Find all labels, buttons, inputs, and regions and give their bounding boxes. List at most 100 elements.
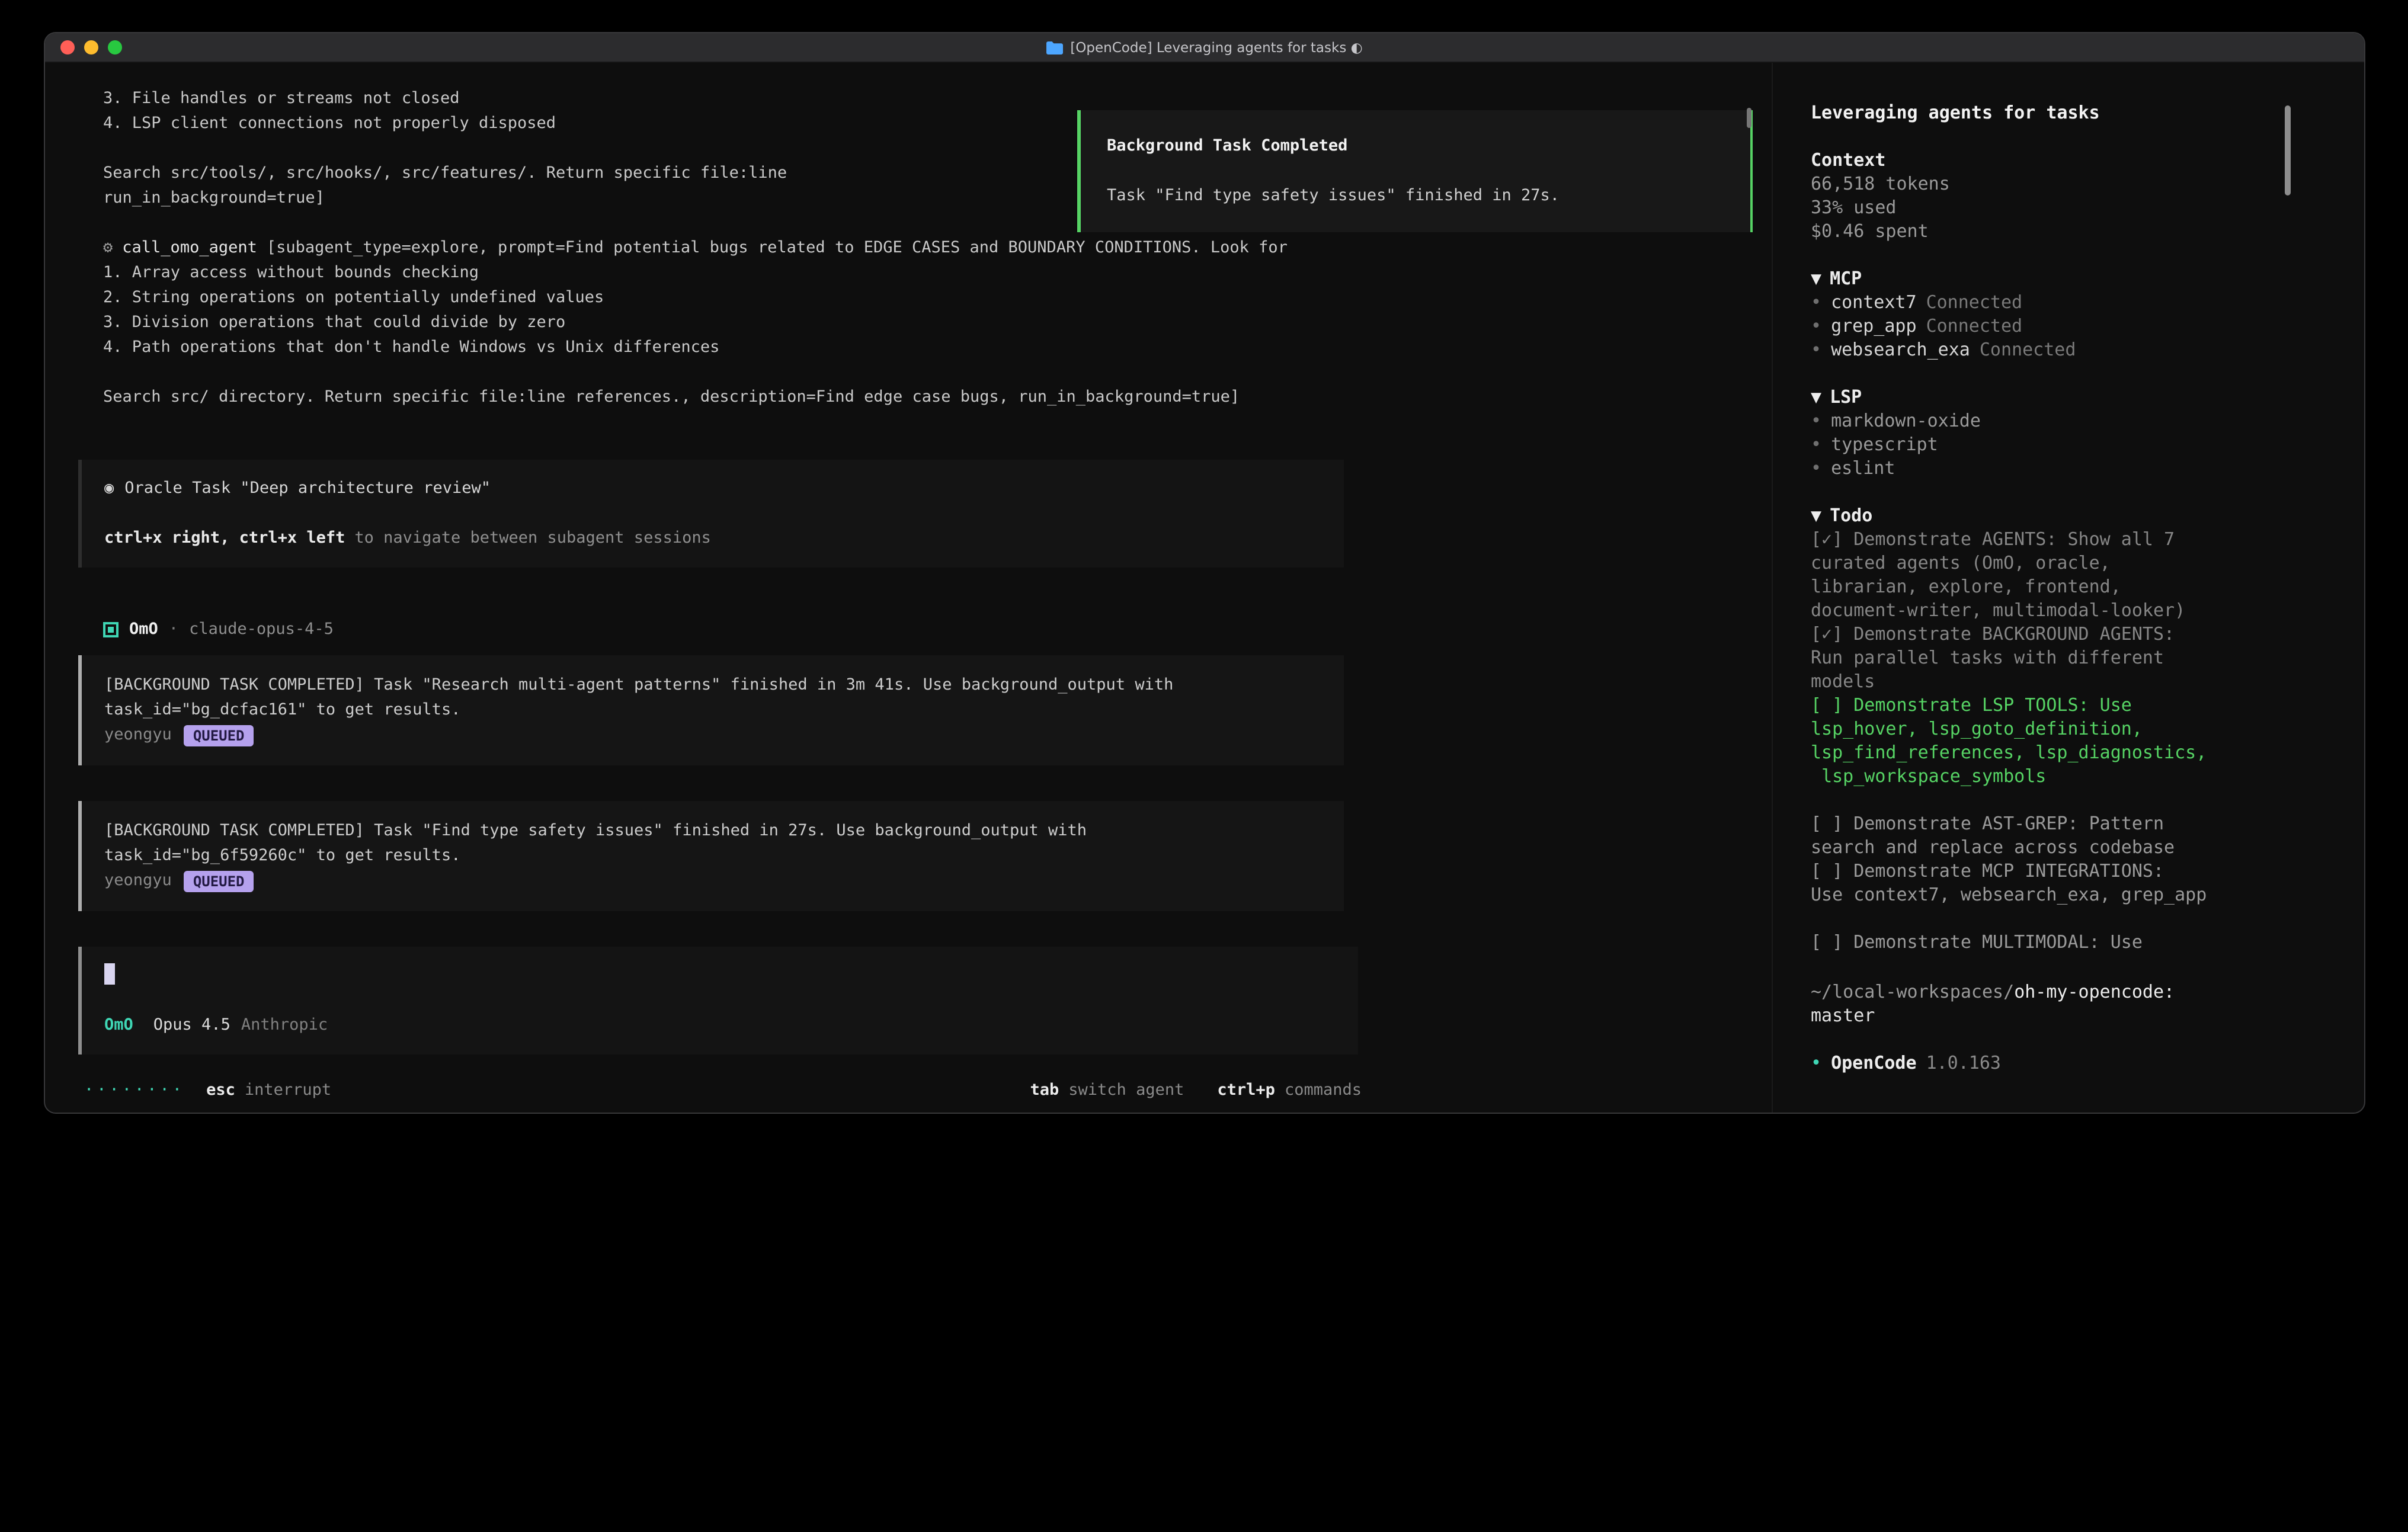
prompt-input[interactable]: OmO Opus 4.5 Anthropic [78, 947, 1358, 1055]
todo-header[interactable]: ▼ Todo [1811, 504, 2247, 527]
mcp-item-websearch-exa: •websearch_exaConnected [1811, 338, 2247, 361]
session-title: Leveraging agents for tasks [1811, 101, 2364, 124]
lsp-name: eslint [1831, 456, 1895, 480]
activity-dots-icon: ········ [84, 1078, 185, 1103]
background-task-message: [BACKGROUND TASK COMPLETED] Task "Resear… [78, 655, 1344, 765]
tool-call-line: ⚙ call_omo_agent [subagent_type=explore, p… [78, 236, 1772, 261]
mcp-section: ▼ MCP • context7 Connected • grep_app Connect… [1811, 267, 2247, 361]
chevron-down-icon: ▼ [1811, 385, 1821, 409]
separator-dot: · [169, 617, 178, 642]
agent-session-header: OmO · claude-opus-4-5 [78, 617, 1772, 642]
message-line: task_id="bg_dcfac161" to get results. [104, 698, 1321, 723]
todo-item: [ ] Demonstrate MCP INTEGRATIONS: Use co… [1811, 859, 2247, 906]
app-version: 1.0.163 [1926, 1051, 2001, 1075]
mcp-item-grep-app: •grep_appConnected [1811, 314, 2247, 338]
terminal-line: 1. Array access without bounds checking [78, 261, 1772, 286]
terminal-window: [OpenCode] Leveraging agents for tasks ◐… [44, 32, 2365, 1114]
terminal-line: 3. Division operations that could divide… [78, 310, 1772, 335]
lsp-item-markdown-oxide: •markdown-oxide [1811, 409, 2247, 432]
gear-icon: ⚙ [103, 236, 113, 261]
close-button[interactable] [60, 40, 75, 55]
background-task-toast: Background Task Completed Task "Find typ… [1077, 110, 1753, 232]
todo-item: [ ] Demonstrate MULTIMODAL: Use [1811, 930, 2247, 954]
todo-section: ▼ Todo [✓] Demonstrate AGENTS: Show all 7… [1811, 504, 2247, 954]
esc-key-hint: esc [206, 1078, 235, 1103]
message-meta: yeongyu QUEUED [104, 868, 1321, 893]
todo-header-label: Todo [1830, 504, 1872, 527]
terminal-scrollbar-thumb[interactable] [1747, 108, 1751, 128]
hint-label: commands [1285, 1078, 1362, 1103]
prompt-status-line: OmO Opus 4.5 Anthropic [104, 1013, 1336, 1038]
mcp-status: Connected [1980, 338, 2076, 361]
todo-item: [ ] Demonstrate AST-GREP: Pattern search… [1811, 812, 2247, 859]
status-bar: ········ esc interrupt tab switch agent ct… [84, 1078, 1362, 1103]
active-provider: Anthropic [241, 1013, 328, 1038]
background-task-message: [BACKGROUND TASK COMPLETED] Task "Find t… [78, 801, 1344, 911]
oracle-task-title-text: Oracle Task "Deep architecture review" [124, 476, 491, 501]
todo-item-active: [ ] Demonstrate LSP TOOLS: Use lsp_hover… [1811, 693, 2247, 788]
version-line: • OpenCode 1.0.163 [1811, 1051, 2364, 1075]
terminal-blank-line [78, 360, 1772, 385]
message-line: [BACKGROUND TASK COMPLETED] Task "Find t… [104, 819, 1321, 844]
context-used: 33% used [1811, 195, 2247, 219]
todo-item: [✓] Demonstrate BACKGROUND AGENTS: Run p… [1811, 622, 2247, 693]
toast-body: Task "Find type safety issues" finished … [1107, 184, 1724, 209]
status-badge: QUEUED [184, 870, 254, 892]
bullet-icon: • [1811, 409, 1821, 432]
tool-call-command: call_omo_agent [122, 236, 257, 261]
workspace-section: ~/local-workspaces/oh-my-opencode: maste… [1811, 980, 2247, 1027]
session-sidebar: Leveraging agents for tasks Context 66,5… [1772, 63, 2364, 1113]
mcp-status: Connected [1926, 314, 2023, 338]
todo-item: [✓] Demonstrate AGENTS: Show all 7 curat… [1811, 527, 2247, 622]
oracle-task-title: ◉ Oracle Task "Deep architecture review" [104, 476, 1321, 501]
lsp-name: typescript [1831, 432, 1938, 456]
tool-call-args: [subagent_type=explore, prompt=Find pote… [267, 236, 1288, 261]
active-model: Opus 4.5 [153, 1013, 230, 1038]
lsp-item-typescript: •typescript [1811, 432, 2247, 456]
interrupt-hint: esc interrupt [206, 1078, 331, 1103]
terminal-line: 2. String operations on potentially unde… [78, 286, 1772, 310]
workspace-branch: master [1811, 1004, 2247, 1027]
tab-key-hint: tab [1030, 1078, 1059, 1103]
lsp-header[interactable]: ▼LSP [1811, 385, 2247, 409]
context-header-label: Context [1811, 148, 1885, 172]
lsp-item-eslint: • eslint [1811, 456, 2247, 480]
context-header: Context [1811, 148, 2247, 172]
status-bar-right: tab switch agent ctrl+pcommands [1030, 1078, 1362, 1103]
agent-model: claude-opus-4-5 [189, 617, 334, 642]
hint-label: switch agent [1068, 1078, 1184, 1103]
sidebar-scrollbar-thumb[interactable] [2285, 105, 2291, 195]
terminal-line: 4. Path operations that don't handle Win… [78, 335, 1772, 360]
agent-omo-icon [103, 622, 119, 637]
minimize-button[interactable] [84, 40, 98, 55]
traffic-lights [60, 40, 122, 55]
context-tokens: 66,518 tokens [1811, 172, 2247, 195]
workspace-repo: oh-my-opencode: [2014, 981, 2175, 1002]
commands-hint: ctrl+pcommands [1217, 1078, 1362, 1103]
chevron-down-icon: ▼ [1811, 267, 1821, 290]
bullet-icon: • [1811, 338, 1821, 361]
message-user: yeongyu [104, 868, 172, 893]
toast-title: Background Task Completed [1107, 134, 1724, 159]
mcp-header-label: MCP [1830, 267, 1862, 290]
bullet-icon: • [1811, 456, 1821, 480]
record-icon: ◉ [104, 476, 114, 501]
mcp-name: context7 [1831, 290, 1917, 314]
blank-line [104, 501, 1321, 526]
bullet-icon: • [1811, 1051, 1821, 1075]
switch-agent-hint: tab switch agent [1030, 1078, 1184, 1103]
window-body: 3. File handles or streams not closed 4.… [45, 63, 2364, 1113]
window-titlebar[interactable]: [OpenCode] Leveraging agents for tasks ◐ [45, 33, 2364, 63]
context-spent: $0.46 spent [1811, 219, 2247, 243]
chevron-down-icon: ▼ [1811, 504, 1821, 527]
status-badge: QUEUED [184, 725, 254, 746]
context-section: Context 66,518 tokens 33% used $0.46 spe… [1811, 148, 2247, 243]
mcp-name: grep_app [1831, 314, 1917, 338]
zoom-button[interactable] [108, 40, 122, 55]
message-line: task_id="bg_6f59260c" to get results. [104, 844, 1321, 868]
workspace-path-dim: ~/local-workspaces/ [1811, 981, 2014, 1002]
mcp-header[interactable]: ▼ MCP [1811, 267, 2247, 290]
bullet-icon: • [1811, 290, 1821, 314]
oracle-task-panel: ◉Oracle Task "Deep architecture review" … [78, 460, 1344, 568]
hint-label: interrupt [245, 1078, 331, 1103]
